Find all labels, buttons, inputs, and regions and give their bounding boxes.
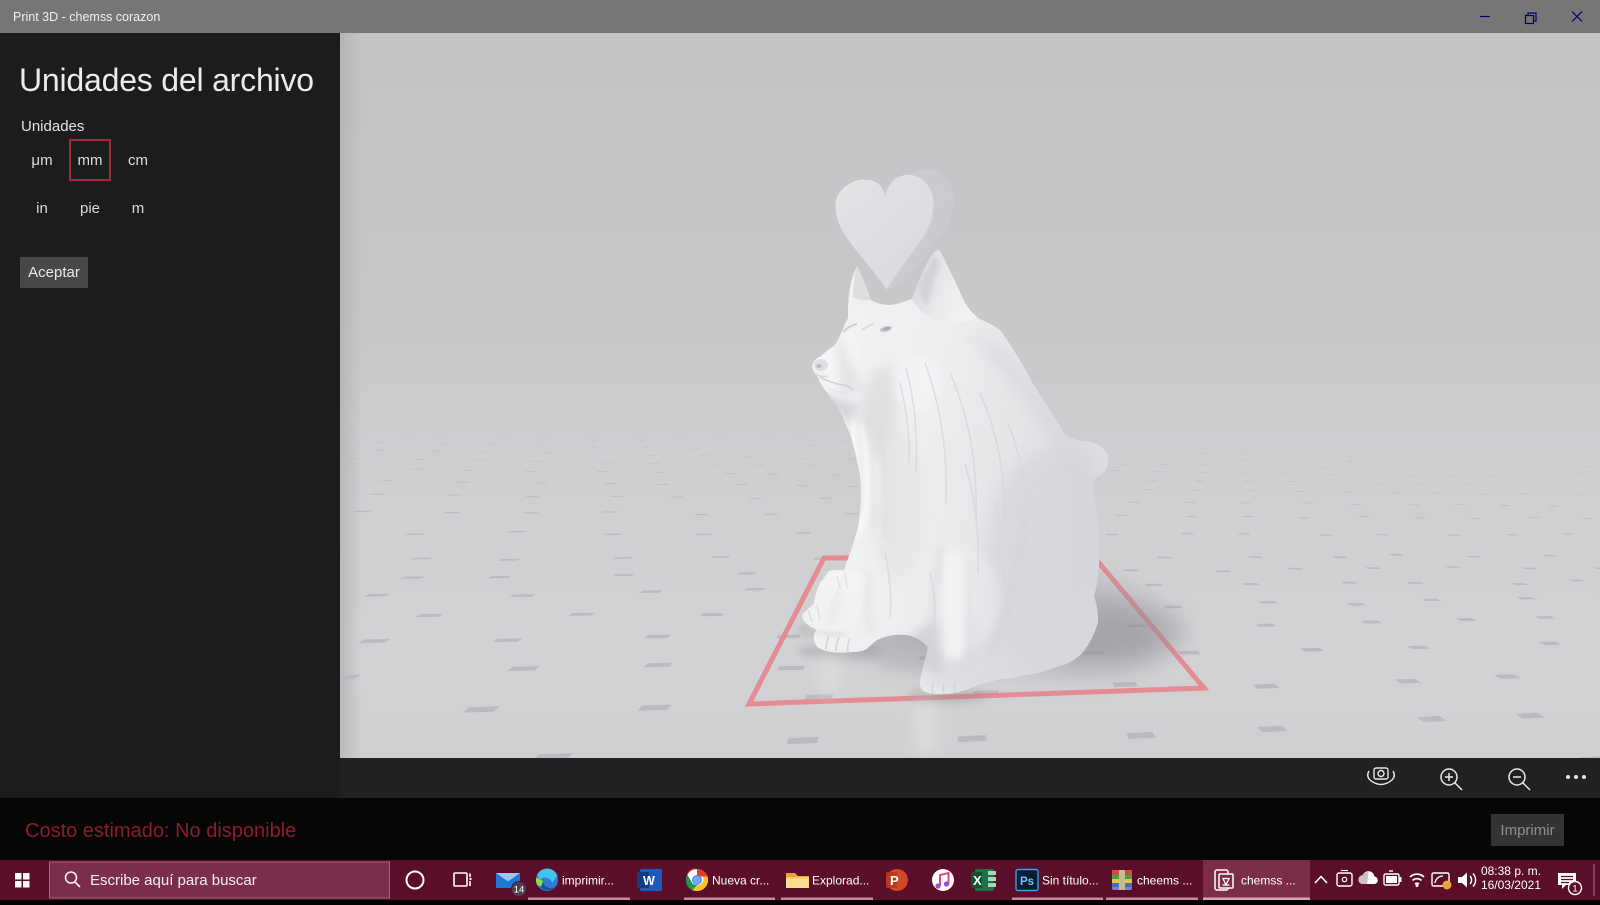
svg-text:chemss ...: chemss ... [1241,874,1296,888]
svg-text:Explorad...: Explorad... [812,874,869,888]
svg-text:08:38 p. m.: 08:38 p. m. [1481,864,1541,878]
svg-text:Sin título...: Sin título... [1042,874,1099,888]
svg-text:14: 14 [514,885,525,896]
svg-text:1: 1 [1572,884,1577,895]
svg-text:16/03/2021: 16/03/2021 [1481,878,1541,892]
svg-text:X: X [973,873,982,888]
svg-text:P: P [890,873,899,888]
svg-text:Ps: Ps [1020,876,1034,888]
svg-text:Nueva cr...: Nueva cr... [712,874,769,888]
svg-text:Escribe aquí para buscar: Escribe aquí para buscar [90,872,257,889]
svg-text:W: W [643,874,655,888]
svg-text:imprimir...: imprimir... [562,874,614,888]
svg-text:cheems ...: cheems ... [1137,874,1192,888]
